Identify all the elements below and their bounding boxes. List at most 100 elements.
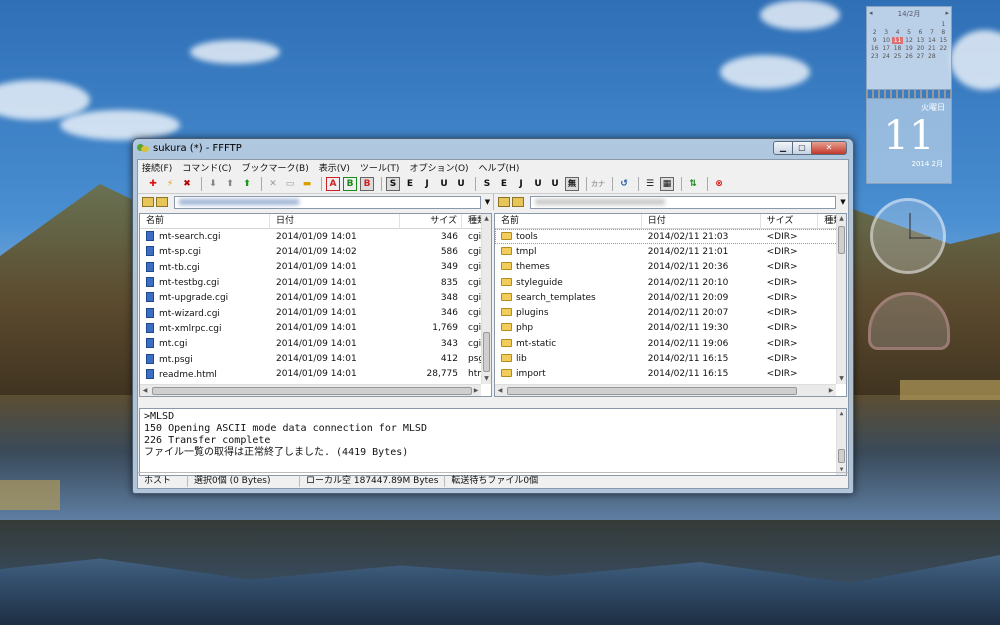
calendar-date[interactable]: 22 (938, 45, 949, 52)
calendar-gadget[interactable]: ◂ 14/2月 ▸ 1 2 3 4 5 6 7 8 9 10 11 12 13 14 15 16 17 18 19 2… (866, 6, 952, 186)
local-header-date[interactable]: 日付 (270, 214, 400, 229)
local-open-folder-icon[interactable] (156, 197, 168, 207)
calendar-date[interactable] (892, 21, 903, 28)
calendar-date[interactable]: 21 (926, 45, 937, 52)
table-row[interactable]: mt-wizard.cgi 2014/01/09 14:01 346 cgi (140, 305, 491, 320)
minimize-button[interactable]: ▁ (773, 141, 793, 155)
disconnect-icon[interactable]: ✖ (180, 177, 194, 191)
table-row[interactable]: mt-testbg.cgi 2014/01/09 14:01 835 cgi (140, 275, 491, 290)
jis-remote-icon[interactable]: J (420, 177, 434, 191)
calendar-date[interactable]: 7 (926, 29, 937, 36)
utf8bom-remote-icon[interactable]: U (454, 177, 468, 191)
scroll-up-icon[interactable]: ▲ (482, 214, 491, 224)
table-row[interactable]: mt.psgi 2014/01/09 14:01 412 psgi (140, 351, 491, 366)
scroll-up-icon[interactable]: ▲ (837, 409, 846, 419)
calendar-date[interactable]: 13 (915, 37, 926, 44)
table-row[interactable]: plugins 2014/02/11 20:07 <DIR> (495, 305, 846, 320)
download-icon[interactable]: ⬇ (206, 177, 220, 191)
scroll-down-icon[interactable]: ▼ (482, 374, 491, 384)
calendar-date[interactable]: 2 (869, 29, 880, 36)
binary-mode-icon[interactable]: B (343, 176, 357, 191)
remote-header-size[interactable]: サイズ (761, 214, 819, 229)
sync-browse-icon[interactable]: ⇅ (686, 177, 700, 191)
scroll-left-icon[interactable]: ◀ (495, 385, 505, 396)
utf8-local-icon[interactable]: U (531, 177, 545, 191)
table-row[interactable]: tmpl 2014/02/11 21:01 <DIR> (495, 244, 846, 259)
mirror-upload-icon[interactable]: ⬆ (240, 177, 254, 191)
abort-icon[interactable]: ⊗ (712, 177, 726, 191)
calendar-date[interactable]: 12 (903, 37, 914, 44)
calendar-date[interactable] (915, 21, 926, 28)
local-hscroll-thumb[interactable] (152, 387, 472, 395)
kana-conversion-icon[interactable]: カナ (591, 177, 605, 191)
scroll-down-icon[interactable]: ▼ (837, 374, 846, 384)
table-row[interactable]: mt-sp.cgi 2014/01/09 14:02 586 cgi (140, 244, 491, 259)
calendar-date[interactable]: 18 (892, 45, 903, 52)
prev-month-icon[interactable]: ◂ (869, 9, 873, 19)
remote-open-folder-icon[interactable] (511, 197, 524, 207)
no-conversion-icon[interactable]: 無 (565, 176, 579, 191)
calendar-date[interactable] (869, 21, 880, 28)
calendar-date[interactable] (926, 21, 937, 28)
remote-file-pane[interactable]: 名前 日付 サイズ 種類 tools 2014/02/11 21:03 <DIR> t… (494, 213, 847, 397)
table-row[interactable]: mt.cgi 2014/01/09 14:01 343 cgi (140, 336, 491, 351)
calendar-date[interactable]: 3 (880, 29, 891, 36)
ascii-mode-icon[interactable]: A (326, 176, 340, 191)
table-row[interactable]: import 2014/02/11 16:15 <DIR> (495, 367, 846, 382)
utf8bom-local-icon[interactable]: U (548, 177, 562, 191)
calendar-date[interactable]: 17 (880, 45, 891, 52)
menu-options[interactable]: オプション(O) (409, 161, 468, 174)
calendar-date[interactable]: 10 (880, 37, 891, 44)
table-row[interactable]: lib 2014/02/11 16:15 <DIR> (495, 351, 846, 366)
refresh-icon[interactable]: ↺ (617, 177, 631, 191)
calendar-date[interactable]: 14 (926, 37, 937, 44)
scroll-right-icon[interactable]: ▶ (826, 385, 836, 396)
upload-icon[interactable]: ⬆ (223, 177, 237, 191)
calendar-date[interactable] (903, 21, 914, 28)
calendar-date[interactable] (880, 21, 891, 28)
scroll-right-icon[interactable]: ▶ (471, 385, 481, 396)
sjis-remote-icon[interactable]: S (386, 176, 400, 191)
euc-remote-icon[interactable]: E (403, 177, 417, 191)
remote-up-folder-icon[interactable] (497, 197, 510, 207)
local-header-name[interactable]: 名前 (140, 214, 270, 229)
auto-mode-icon[interactable]: B (360, 176, 374, 191)
local-up-folder-icon[interactable] (142, 197, 154, 207)
rename-icon[interactable]: ▭ (283, 177, 297, 191)
new-folder-icon[interactable]: ▬ (300, 177, 314, 191)
calendar-date[interactable]: 6 (915, 29, 926, 36)
calendar-date[interactable]: 25 (892, 53, 903, 60)
euc-local-icon[interactable]: E (497, 177, 511, 191)
quick-connect-icon[interactable]: ⚡ (163, 177, 177, 191)
table-row[interactable]: mt-tb.cgi 2014/01/09 14:01 349 cgi (140, 260, 491, 275)
table-row[interactable]: mt-upgrade.cgi 2014/01/09 14:01 348 cgi (140, 290, 491, 305)
table-row[interactable]: tools 2014/02/11 21:03 <DIR> (495, 229, 846, 245)
calendar-date[interactable]: 9 (869, 37, 880, 44)
title-bar[interactable]: sukura (*) - FFFTP ▁ ▢ ✕ (133, 139, 853, 157)
local-path-input[interactable] (174, 195, 481, 209)
menu-view[interactable]: 表示(V) (319, 161, 350, 174)
scroll-left-icon[interactable]: ◀ (140, 385, 150, 396)
calendar-date[interactable]: 11 (891, 37, 904, 44)
calendar-date[interactable]: 24 (880, 53, 891, 60)
menu-command[interactable]: コマンド(C) (182, 161, 231, 174)
ffftp-app-icon[interactable] (137, 143, 149, 153)
remote-horizontal-scrollbar[interactable]: ◀ ▶ (495, 384, 836, 396)
calendar-date[interactable]: 19 (903, 45, 914, 52)
menu-bookmark[interactable]: ブックマーク(B) (242, 161, 309, 174)
calendar-date[interactable]: 28 (926, 53, 937, 60)
log-scroll-thumb[interactable] (838, 449, 845, 463)
calendar-date[interactable]: 15 (938, 37, 949, 44)
list-view-icon[interactable]: ☰ (643, 177, 657, 191)
local-header-size[interactable]: サイズ (400, 214, 462, 229)
menu-tools[interactable]: ツール(T) (360, 161, 400, 174)
message-log[interactable]: >MLSD 150 Opening ASCII mode data connec… (139, 408, 847, 476)
next-month-icon[interactable]: ▸ (945, 9, 949, 19)
log-vertical-scrollbar[interactable]: ▲ ▼ (836, 409, 846, 475)
sjis-local-icon[interactable]: S (480, 177, 494, 191)
remote-header-name[interactable]: 名前 (495, 214, 642, 229)
menu-connect[interactable]: 接続(F) (142, 161, 172, 174)
table-row[interactable]: readme.html 2014/01/09 14:01 28,775 html (140, 367, 491, 382)
jis-local-icon[interactable]: J (514, 177, 528, 191)
remote-header-date[interactable]: 日付 (642, 214, 761, 229)
